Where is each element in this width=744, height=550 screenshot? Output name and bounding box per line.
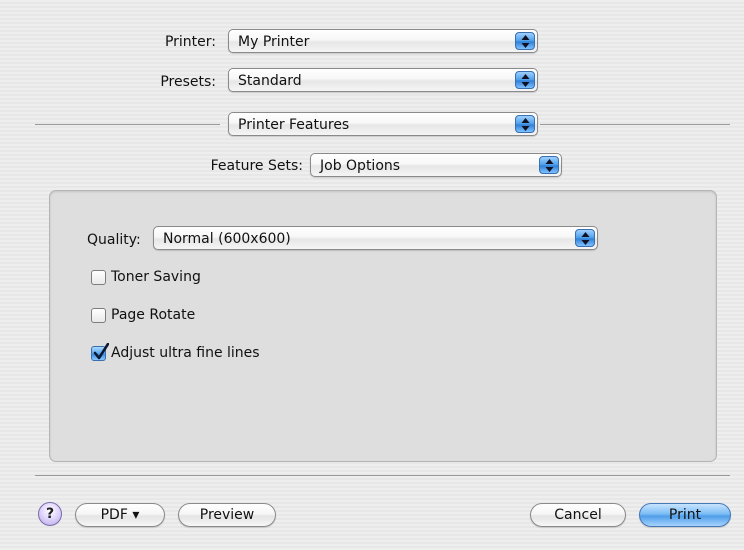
help-button[interactable]: ? [38, 502, 62, 526]
help-icon: ? [45, 506, 55, 522]
separator-left [35, 124, 220, 125]
adjust-fine-lines-label[interactable]: Adjust ultra fine lines [111, 343, 260, 363]
pane-value: Printer Features [238, 117, 350, 133]
popup-arrows-icon [575, 229, 595, 247]
checkmark-icon [93, 343, 109, 360]
pdf-button[interactable]: PDF ▾ [75, 503, 165, 527]
quality-label: Quality: [87, 232, 141, 248]
quality-popup[interactable]: Normal (600x600) [153, 226, 598, 250]
footer-separator [35, 475, 730, 476]
popup-arrows-icon [515, 71, 535, 89]
popup-arrows-icon [515, 115, 535, 133]
page-rotate-checkbox[interactable] [91, 308, 106, 323]
printer-label: Printer: [164, 34, 216, 50]
presets-value: Standard [238, 73, 302, 89]
presets-label: Presets: [160, 74, 216, 90]
printer-popup[interactable]: My Printer [228, 29, 538, 53]
preview-button[interactable]: Preview [178, 503, 276, 527]
separator-right [540, 124, 730, 125]
presets-popup[interactable]: Standard [228, 68, 538, 92]
print-button[interactable]: Print [639, 503, 731, 527]
toner-saving-checkbox[interactable] [91, 270, 106, 285]
popup-arrows-icon [515, 32, 535, 50]
popup-arrows-icon [539, 156, 559, 174]
quality-value: Normal (600x600) [163, 231, 291, 247]
page-rotate-label[interactable]: Page Rotate [111, 305, 195, 325]
feature-sets-popup[interactable]: Job Options [310, 153, 562, 177]
cancel-button[interactable]: Cancel [530, 503, 626, 527]
adjust-fine-lines-checkbox[interactable] [91, 343, 109, 361]
printer-value: My Printer [238, 34, 310, 50]
toner-saving-label[interactable]: Toner Saving [111, 267, 201, 287]
pane-popup[interactable]: Printer Features [228, 112, 538, 136]
feature-sets-label: Feature Sets: [210, 158, 303, 174]
feature-sets-value: Job Options [320, 158, 401, 174]
